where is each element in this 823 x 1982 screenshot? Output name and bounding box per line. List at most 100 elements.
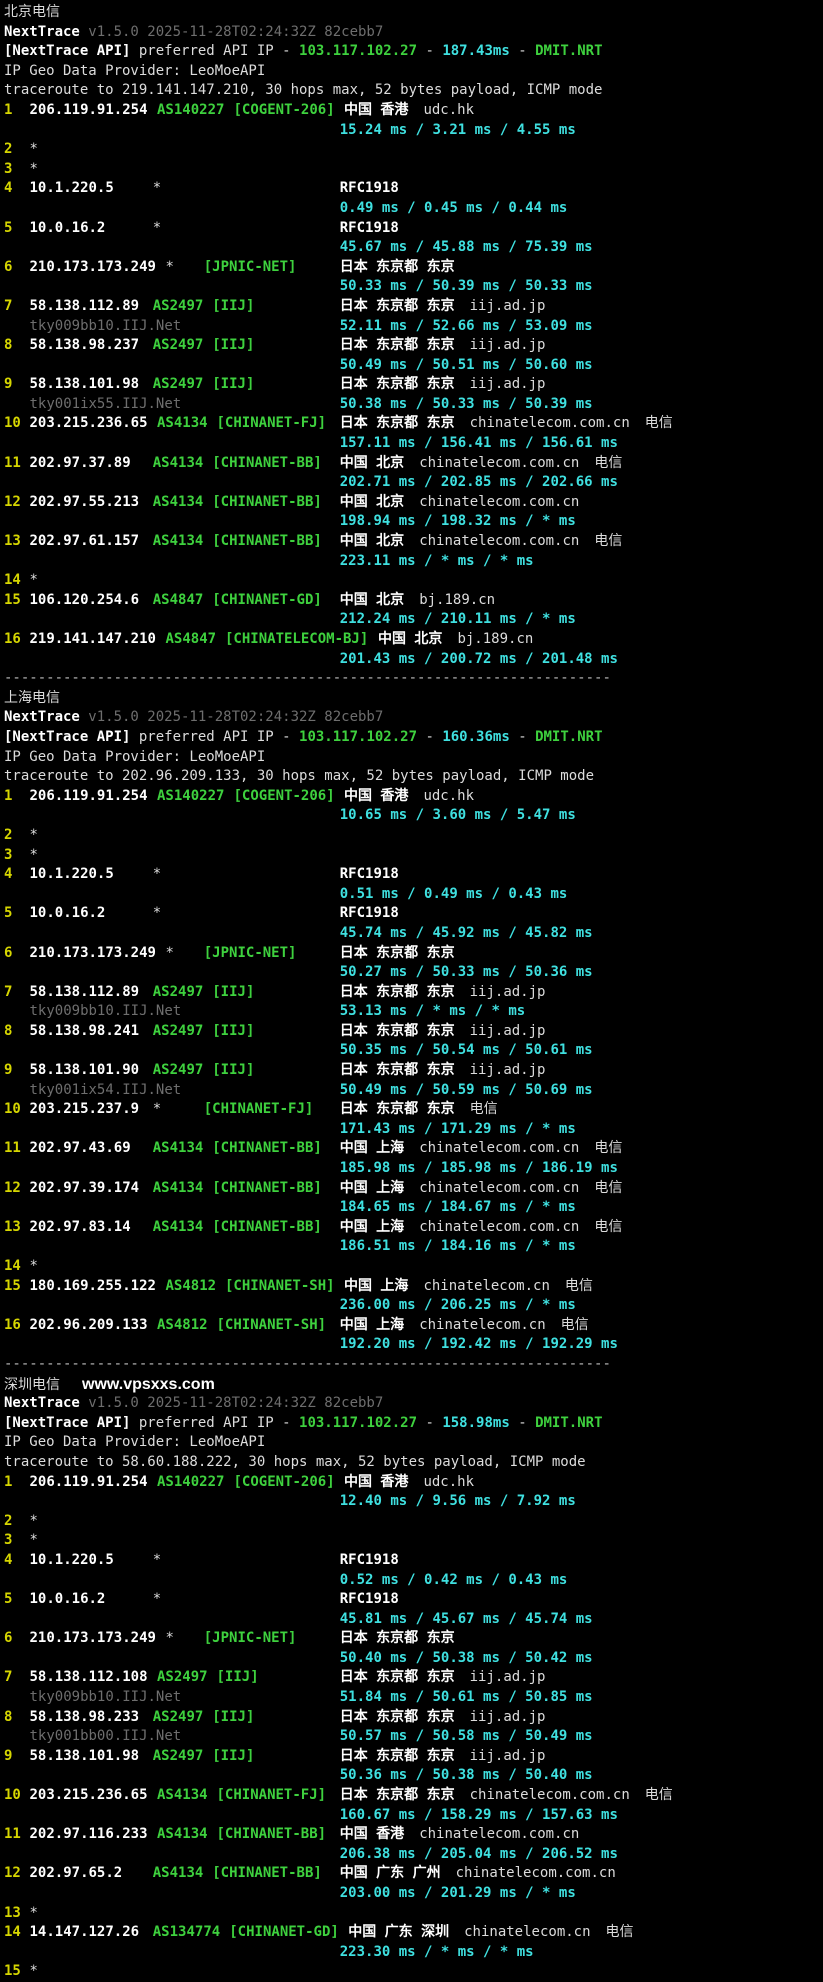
hop-tag: [CHINANET-FJ] xyxy=(217,414,327,434)
hop-asn: AS4134 xyxy=(157,1825,208,1845)
hop-tag: [CHINANET-BB] xyxy=(212,1864,322,1884)
hop-latency-row: 186.51 ms / 184.16 ms / * ms xyxy=(0,1237,823,1257)
app-version: v1.5.0 2025-11-28T02:24:32Z 82cebb7 xyxy=(80,24,383,40)
hop-number: 16 xyxy=(4,1316,21,1336)
hop-tag: [CHINANET-BB] xyxy=(212,1179,322,1199)
hop-number: 2 xyxy=(4,826,12,846)
hop-operator: 电信 xyxy=(594,1180,622,1196)
hop-latency-row: 171.43 ms / 171.29 ms / * ms xyxy=(0,1120,823,1140)
hop-latency-row: tky009bb10.IIJ.Net52.11 ms / 52.66 ms / … xyxy=(0,317,823,337)
hop-tag: [CHINATELECOM-BJ] xyxy=(225,630,368,650)
hop-ip: 206.119.91.254 xyxy=(30,787,148,807)
hop-row: 3* xyxy=(0,846,823,866)
hop-geo: 中国 北京 xyxy=(340,533,404,549)
hop-row: 12202.97.65.2AS4134[CHINANET-BB]中国 广东 广州… xyxy=(0,1864,823,1884)
hop-number: 10 xyxy=(4,1786,21,1806)
hop-latency: 157.11 ms / 156.41 ms / 156.61 ms xyxy=(340,434,618,454)
hop-tag: [JPNIC-NET] xyxy=(204,258,297,278)
hop-geo: 日本 东京都 东京 xyxy=(340,337,455,353)
hop-tag: [CHINANET-BB] xyxy=(212,1139,322,1159)
hop-ip: 10.1.220.5 xyxy=(30,865,114,885)
hop-asn: AS4134 xyxy=(153,532,204,552)
hop-ip: 10.1.220.5 xyxy=(30,1551,114,1571)
traceroute-summary: traceroute to 202.96.209.133, 30 hops ma… xyxy=(4,768,594,784)
hop-number: 14 xyxy=(4,1257,21,1277)
hop-latency-row: 10.65 ms / 3.60 ms / 5.47 ms xyxy=(0,806,823,826)
hop-ip: 106.120.254.6 xyxy=(30,591,140,611)
hop-latency-row: 203.00 ms / 201.29 ms / * ms xyxy=(0,1884,823,1904)
hop-star: * xyxy=(30,571,38,591)
hop-number: 12 xyxy=(4,493,21,513)
hop-geo-cluster: 日本 东京都 东京iij.ad.jp xyxy=(340,1061,546,1081)
api-label: [NextTrace API] xyxy=(4,43,130,59)
hop-row: 16219.141.147.210AS4847[CHINATELECOM-BJ]… xyxy=(0,630,823,650)
hop-star: * xyxy=(30,826,38,846)
hop-latency: 186.51 ms / 184.16 ms / * ms xyxy=(340,1237,576,1257)
hop-ip: 203.215.236.65 xyxy=(30,414,148,434)
app-version: v1.5.0 2025-11-28T02:24:32Z 82cebb7 xyxy=(80,709,383,725)
hop-geo-cluster: 中国 香港chinatelecom.com.cn xyxy=(340,1825,580,1845)
hop-geo: 中国 上海 xyxy=(340,1180,404,1196)
hop-hostname: chinatelecom.com.cn xyxy=(470,1787,630,1803)
hop-hostname: iij.ad.jp xyxy=(470,984,546,1000)
hop-row: 858.138.98.241AS2497[IIJ]日本 东京都 东京iij.ad… xyxy=(0,1022,823,1042)
hop-asn: AS4134 xyxy=(153,454,204,474)
hop-ip: 58.138.98.241 xyxy=(30,1022,140,1042)
hop-number: 8 xyxy=(4,1708,12,1728)
hop-ip: 202.97.116.233 xyxy=(30,1825,148,1845)
hop-geo-cluster: 中国 北京chinatelecom.com.cn电信 xyxy=(340,532,623,552)
hop-geo-cluster: 中国 广东 广州chinatelecom.com.cn xyxy=(340,1864,616,1884)
geo-provider-line: IP Geo Data Provider: LeoMoeAPI xyxy=(0,62,823,82)
hop-geo: 中国 上海 xyxy=(340,1219,404,1235)
hop-row: 11202.97.43.69AS4134[CHINANET-BB]中国 上海ch… xyxy=(0,1139,823,1159)
hop-ip: 206.119.91.254 xyxy=(30,101,148,121)
hop-geo-cluster: 中国 北京bj.189.cn xyxy=(378,630,533,650)
hop-row: 10203.215.236.65AS4134[CHINANET-FJ]日本 东京… xyxy=(0,1786,823,1806)
api-text: preferred API IP - xyxy=(130,1415,299,1431)
hop-hostname: chinatelecom.cn xyxy=(419,1317,545,1333)
hop-row: 1206.119.91.254AS140227[COGENT-206]中国 香港… xyxy=(0,101,823,121)
hop-geo: 日本 东京都 东京 xyxy=(340,1748,455,1764)
hop-hostname: chinatelecom.com.cn xyxy=(419,455,579,471)
hop-row: 14* xyxy=(0,571,823,591)
hop-as-unknown: * xyxy=(166,1629,174,1649)
hop-number: 5 xyxy=(4,219,12,239)
hop-row: 13202.97.61.157AS4134[CHINANET-BB]中国 北京c… xyxy=(0,532,823,552)
hop-asn: AS4134 xyxy=(153,1179,204,1199)
hop-tag: [CHINANET-FJ] xyxy=(217,1786,327,1806)
hop-geo-cluster: 日本 东京都 东京chinatelecom.com.cn电信 xyxy=(340,414,673,434)
hop-number: 13 xyxy=(4,1218,21,1238)
hop-number: 4 xyxy=(4,1551,12,1571)
hop-geo: 中国 北京 xyxy=(378,631,442,647)
hop-latency-row: tky001bb00.IIJ.Net50.57 ms / 50.58 ms / … xyxy=(0,1727,823,1747)
hop-hostname: iij.ad.jp xyxy=(470,298,546,314)
hop-operator: 电信 xyxy=(594,1219,622,1235)
hop-operator: 电信 xyxy=(594,1140,622,1156)
hop-latency-row: tky001ix54.IIJ.Net50.49 ms / 50.59 ms / … xyxy=(0,1081,823,1101)
api-latency: 187.43ms xyxy=(442,43,509,59)
hop-latency: 202.71 ms / 202.85 ms / 202.66 ms xyxy=(340,473,618,493)
hop-latency-row: tky009bb10.IIJ.Net53.13 ms / * ms / * ms xyxy=(0,1002,823,1022)
hop-geo: RFC1918 xyxy=(340,220,399,236)
hop-ip: 206.119.91.254 xyxy=(30,1473,148,1493)
hop-star: * xyxy=(30,1512,38,1532)
hop-ip: 10.1.220.5 xyxy=(30,179,114,199)
hop-latency-row: 223.30 ms / * ms / * ms xyxy=(0,1943,823,1963)
hop-asn: AS4812 xyxy=(157,1316,208,1336)
hop-reverse-dns: tky001bb00.IIJ.Net xyxy=(30,1727,182,1747)
hop-row: 510.0.16.2*RFC1918 xyxy=(0,904,823,924)
hop-geo-cluster: 中国 上海chinatelecom.com.cn电信 xyxy=(340,1218,623,1238)
hop-row: 10203.215.236.65AS4134[CHINANET-FJ]日本 东京… xyxy=(0,414,823,434)
hop-latency: 45.81 ms / 45.67 ms / 45.74 ms xyxy=(340,1610,593,1630)
hop-star: * xyxy=(30,846,38,866)
traceroute-line: traceroute to 202.96.209.133, 30 hops ma… xyxy=(0,767,823,787)
hop-tag: [COGENT-206] xyxy=(234,101,335,121)
hop-tag: [CHINANET-BB] xyxy=(212,454,322,474)
hop-geo-cluster: 中国 香港udc.hk xyxy=(344,1473,474,1493)
hop-latency: 171.43 ms / 171.29 ms / * ms xyxy=(340,1120,576,1140)
hop-geo-cluster: RFC1918 xyxy=(340,179,399,199)
hop-row: 758.138.112.89AS2497[IIJ]日本 东京都 东京iij.ad… xyxy=(0,983,823,1003)
hop-row: 12202.97.39.174AS4134[CHINANET-BB]中国 上海c… xyxy=(0,1179,823,1199)
hop-asn: AS2497 xyxy=(153,336,204,356)
hop-geo: 中国 香港 xyxy=(344,788,408,804)
